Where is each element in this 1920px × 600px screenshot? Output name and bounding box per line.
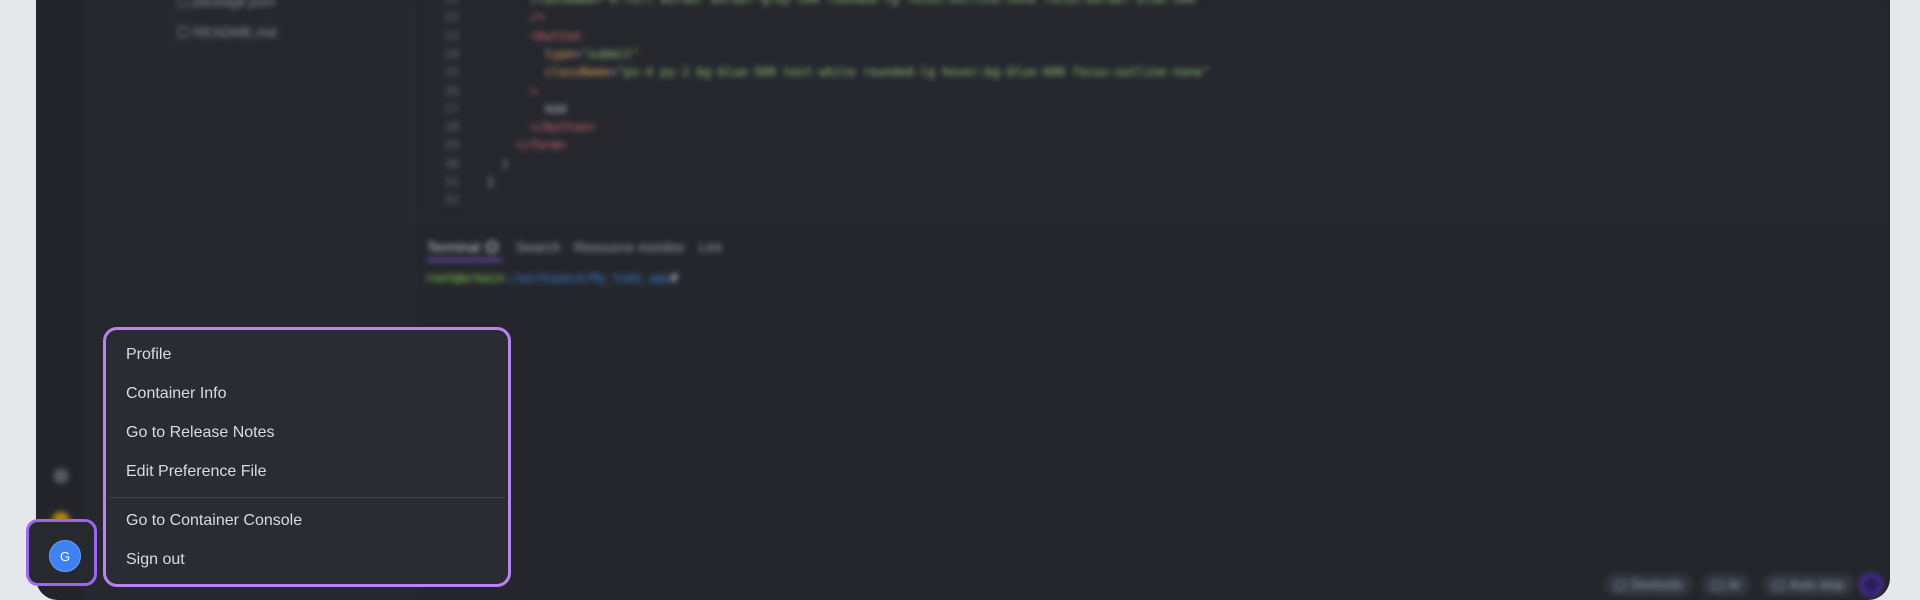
line-number: 28 <box>444 120 459 135</box>
file-item[interactable]: README.md <box>178 24 276 40</box>
file-icon <box>178 26 188 38</box>
line-number: 24 <box>444 46 459 61</box>
menu-divider <box>109 497 505 498</box>
code-text: className="w-full border border-gray-300… <box>487 0 1202 6</box>
code-text: /> <box>487 10 545 25</box>
ai-label: AI <box>1727 577 1740 592</box>
code-token: } <box>487 175 495 189</box>
gear-icon[interactable] <box>53 468 69 484</box>
file-item[interactable]: package.json <box>178 0 276 9</box>
tab-terminal-label: Terminal <box>427 239 480 255</box>
code-text: type="submit" <box>487 47 639 61</box>
terminal-path: :/workspace/My_todo_app <box>504 271 671 285</box>
devtools-label: Devtools <box>1631 577 1682 592</box>
line-number: 21 <box>417 0 459 6</box>
line-number: 31 <box>444 175 459 189</box>
menu-item-profile[interactable]: Profile <box>126 346 171 364</box>
tab-resource-monitor[interactable]: Resource monitor <box>574 231 685 261</box>
code-token: "submit" <box>580 46 639 61</box>
menu-item-container-info[interactable]: Container Info <box>126 385 227 403</box>
tab-search[interactable]: Search <box>516 231 560 261</box>
code-token: <button <box>530 28 581 43</box>
user-menu: Profile Container Info Go to Release Not… <box>103 327 511 587</box>
tab-terminal[interactable]: Terminal <box>427 231 502 261</box>
line-number: 29 <box>444 138 459 153</box>
avatar-highlight: G <box>26 519 97 586</box>
code-text: > <box>487 83 538 98</box>
menu-item-release-notes[interactable]: Go to Release Notes <box>126 424 275 442</box>
file-icon <box>178 0 188 7</box>
code-text: <button <box>487 29 581 43</box>
ai-button[interactable]: AI <box>1701 574 1750 596</box>
code-token: ) <box>501 156 509 171</box>
terminal-user: root@arkain <box>425 271 505 285</box>
line-number: 23 <box>444 28 459 43</box>
code-text: </button> <box>487 120 595 134</box>
code-token: Add <box>544 101 567 116</box>
code-text: } <box>487 175 494 189</box>
avatar[interactable]: G <box>49 540 81 572</box>
terminal-suffix: # <box>670 271 678 285</box>
code-token: /> <box>530 10 545 25</box>
line-number: 26 <box>444 83 459 98</box>
menu-item-sign-out[interactable]: Sign out <box>126 551 185 569</box>
code-editor[interactable]: 21 className="w-full border border-gray-… <box>417 0 1890 218</box>
refresh-icon[interactable] <box>485 241 498 253</box>
menu-item-container-console[interactable]: Go to Container Console <box>126 512 302 530</box>
auto-stop-label: Auto stop <box>1789 577 1844 592</box>
auto-stop-button[interactable]: Auto stop <box>1763 574 1854 596</box>
code-token: </form> <box>515 138 567 153</box>
line-number: 27 <box>444 101 459 116</box>
code-token: </button> <box>530 120 596 135</box>
status-bar: Devtools AI Auto stop <box>417 570 1890 600</box>
tab-lint[interactable]: Lint <box>699 231 722 261</box>
activity-bar <box>36 0 86 600</box>
code-text: ) <box>487 156 509 171</box>
code-text: </form> <box>487 138 567 153</box>
file-label: README.md <box>193 24 277 40</box>
code-text: Add <box>487 101 567 116</box>
ai-icon <box>1711 581 1723 590</box>
code-token: type <box>544 46 574 61</box>
panel-tabs: Terminal Search Resource monitor Lint <box>427 231 721 261</box>
line-number: 22 <box>444 10 459 25</box>
logo-icon <box>1860 574 1882 596</box>
code-token: className="w-full border border-gray-300… <box>530 0 1202 6</box>
code-token: > <box>530 83 538 98</box>
devtools-button[interactable]: Devtools <box>1605 574 1692 596</box>
file-label: package.json <box>193 0 276 9</box>
devtools-icon <box>1615 581 1627 590</box>
auto-stop-icon <box>1773 581 1785 590</box>
code-text: className="px-4 py-2 bg-blue-500 text-wh… <box>487 65 1210 80</box>
terminal-prompt[interactable]: root@arkain:/workspace/My_todo_app# <box>425 271 678 285</box>
bottom-panel: Terminal Search Resource monitor Lint ro… <box>417 220 1890 600</box>
code-token: "px-4 py-2 bg-blue-500 text-white rounde… <box>617 65 1210 80</box>
line-number: 30 <box>444 156 459 171</box>
code-token: = <box>573 46 581 61</box>
line-number: 32 <box>444 193 459 208</box>
menu-item-edit-preference[interactable]: Edit Preference File <box>126 463 267 481</box>
code-token: = <box>609 65 618 80</box>
line-number: 25 <box>444 65 459 80</box>
code-token: className <box>544 65 610 80</box>
